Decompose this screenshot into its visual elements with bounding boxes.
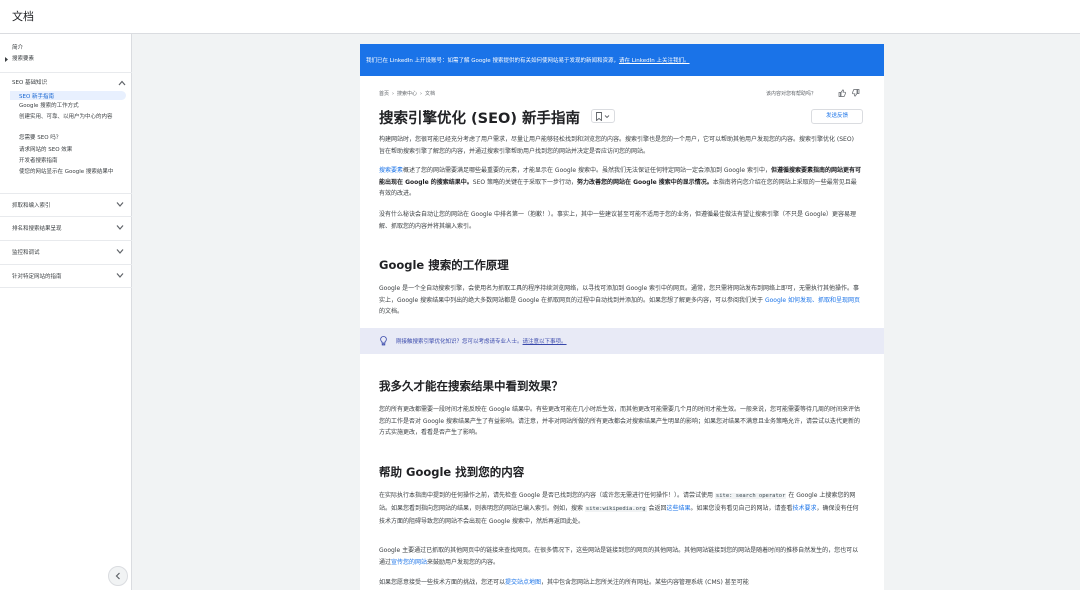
submit-sitemap-link[interactable]: 提交站点地图	[505, 579, 541, 586]
sidebar-section-label: 排名和搜索结果呈现	[12, 226, 62, 232]
text-span: 的文档。	[379, 308, 404, 316]
text-span: 如果您愿意接受一些技术方面的挑战，您还可以	[379, 579, 506, 586]
callout-mid: 您可以考虑请专业人士。	[462, 339, 523, 345]
breadcrumb-docs[interactable]: 文档	[425, 91, 435, 97]
heading-how-long-results: 我多久才能在搜索结果中看到效果？	[379, 379, 563, 393]
technical-requirements-link[interactable]: 技术要求	[792, 505, 816, 512]
chevron-down-icon	[116, 249, 124, 254]
how-search-works-paragraph: Google 是一个全自动搜索引擎，会使用名为抓取工具的程序持续浏览网络，以寻找…	[379, 283, 861, 318]
sidebar-section-site-guides[interactable]: 针对特定网站的指南	[0, 264, 132, 286]
caret-right-icon[interactable]	[4, 57, 9, 62]
callout-link[interactable]: 请注意以下事项。	[523, 339, 567, 345]
chevron-down-icon	[116, 273, 124, 278]
chevron-up-icon[interactable]	[118, 80, 126, 86]
heading-how-search-works: Google 搜索的工作原理	[379, 258, 509, 272]
site-operator-code[interactable]: site: search operator	[714, 493, 787, 499]
sidebar-item-how-search-works[interactable]: Google 搜索的工作方式	[19, 103, 127, 110]
chevron-down-icon	[116, 202, 124, 207]
intro-paragraph-2: 搜索要素概述了您的网站需要满足哪些最重要的元素，才能显示在 Google 搜索中…	[379, 165, 861, 200]
sidebar-item-do-you-need-seo[interactable]: 您需要 SEO 吗？	[19, 135, 127, 142]
sidebar-section-label: 监控和调试	[12, 250, 40, 256]
text-span: 在实际执行本指南中提到的任何操作之前，请先检查 Google 是否已找到您的内容…	[379, 492, 715, 499]
text-span: 。如果您没有看见自己的网站，请查看	[690, 504, 793, 512]
banner-text: 我们已在 LinkedIn 上开设账号：如需了解 Google 搜索提供的有关如…	[366, 56, 690, 64]
sidebar-section-seo-basics[interactable]: SEO 基础知识	[12, 80, 47, 87]
sidebar-item-appear-in-results[interactable]: 使您的网站显示在 Google 搜索结果中	[19, 169, 123, 176]
intro-paragraph-3: 没有什么秘诀会自动让您的网站在 Google 中排名第一（抱歉！）。事实上，其中…	[379, 211, 857, 230]
help-find-paragraph-3: 如果您愿意接受一些技术方面的挑战，您还可以提交站点地图，其中包含您网站上您所关注…	[379, 577, 861, 589]
text-span: ，其中包含您网站上您所关注的所有网址。某些内容管理系统 (CMS) 甚至可能	[541, 579, 749, 586]
sidebar-divider	[0, 287, 132, 288]
sidebar-item-search-essentials[interactable]: 搜索要素	[12, 56, 34, 63]
site-wikipedia-code: site:wikipedia.org	[584, 505, 647, 512]
sidebar-divider	[0, 72, 132, 73]
send-feedback-button[interactable]: 发送反馈	[811, 109, 863, 124]
breadcrumb-search-central[interactable]: 搜索中心	[397, 91, 417, 97]
page-header-title: 文档	[12, 10, 34, 23]
intro-paragraph-1: 构建网站时，您很可能已经充分考虑了用户需求，尽量让用户能够轻松找到和浏览您的内容…	[379, 136, 854, 155]
callout-question: 刚接触搜索引擎优化知识？	[396, 339, 463, 345]
sidebar-item-helpful-content[interactable]: 创建实用、可靠、以用户为中心的内容	[19, 114, 123, 121]
bold-text: 努力改善您的网站在 Google 搜索中的显示情况。	[577, 178, 713, 186]
text-span: SEO 策略的关键在于采取下一步行动，	[472, 178, 578, 186]
breadcrumb-separator: ›	[420, 91, 423, 97]
bookmark-button[interactable]	[591, 109, 615, 123]
collapse-sidebar-button[interactable]	[108, 566, 128, 586]
sidebar-item-seo-effect[interactable]: 请求网站的 SEO 效果	[19, 147, 127, 154]
sidebar-item-intro[interactable]: 简介	[12, 45, 23, 52]
thumb-up-icon[interactable]	[838, 89, 846, 97]
sidebar-item-seo-starter-guide[interactable]: SEO 新手指南	[19, 92, 54, 100]
breadcrumb: 首页 › 搜索中心 › 文档	[379, 90, 435, 97]
sidebar-section-label: 抓取和编入索引	[12, 203, 51, 209]
how-long-paragraph: 您的所有更改都需要一段时间才能反映在 Google 结果中。有些更改可能在几小时…	[379, 406, 860, 437]
thumb-down-icon[interactable]	[852, 89, 860, 97]
promote-site-link[interactable]: 宣传您的网站	[391, 559, 427, 566]
help-find-paragraph-1: 在实际执行本指南中提到的任何操作之前，请先检查 Google 是否已找到您的内容…	[379, 490, 861, 527]
sidebar-section-monitoring[interactable]: 监控和调试	[0, 240, 132, 262]
chevron-left-icon	[115, 572, 120, 580]
breadcrumb-separator: ›	[392, 91, 395, 97]
text-span: 来鼓励用户发现您的内容。	[427, 558, 500, 566]
these-results-link[interactable]: 这些结果	[666, 505, 690, 512]
callout-text: 刚接触搜索引擎优化知识？您可以考虑请专业人士。请注意以下事项。	[396, 337, 567, 345]
announcement-banner: 我们已在 LinkedIn 上开设账号：如需了解 Google 搜索提供的有关如…	[360, 44, 884, 76]
lightbulb-icon	[380, 336, 387, 346]
sidebar-nav: 简介 搜索要素 SEO 基础知识 SEO 新手指南 Google 搜索的工作方式…	[0, 34, 132, 590]
search-essentials-link[interactable]: 搜索要素	[379, 167, 403, 174]
callout-box: 刚接触搜索引擎优化知识？您可以考虑请专业人士。请注意以下事项。	[360, 328, 884, 354]
breadcrumb-home[interactable]: 首页	[379, 91, 389, 97]
banner-linkedin-link[interactable]: 请在 LinkedIn 上关注我们。	[619, 58, 690, 64]
text-span: 概述了您的网站需要满足哪些最重要的元素，才能显示在 Google 搜索中。虽然我…	[403, 167, 771, 174]
heading-help-google-find: 帮助 Google 找到您的内容	[379, 465, 525, 479]
sidebar-section-crawling[interactable]: 抓取和编入索引	[0, 193, 132, 215]
banner-message: 我们已在 LinkedIn 上开设账号：如需了解 Google 搜索提供的有关如…	[366, 58, 619, 64]
bookmark-icon	[596, 112, 610, 121]
crawl-docs-link[interactable]: Google 如何发现、抓取和呈现网页	[765, 297, 860, 304]
text-span: 会返回	[646, 504, 667, 512]
chevron-down-icon	[116, 225, 124, 230]
top-bar: 文档	[0, 0, 1080, 34]
helpful-question: 该内容对您有帮助吗？	[766, 91, 817, 97]
help-find-paragraph-2: Google 主要通过已抓取的其他网页中的链接来查找网页。在很多情况下，这些网站…	[379, 545, 861, 568]
sidebar-item-developer-guide[interactable]: 开发者搜索指南	[19, 158, 127, 165]
page-title: 搜索引擎优化 (SEO) 新手指南	[379, 111, 581, 127]
sidebar-section-label: 针对特定网站的指南	[12, 274, 62, 280]
sidebar-section-ranking[interactable]: 排名和搜索结果呈现	[0, 216, 132, 238]
main-content: 我们已在 LinkedIn 上开设账号：如需了解 Google 搜索提供的有关如…	[360, 44, 884, 590]
